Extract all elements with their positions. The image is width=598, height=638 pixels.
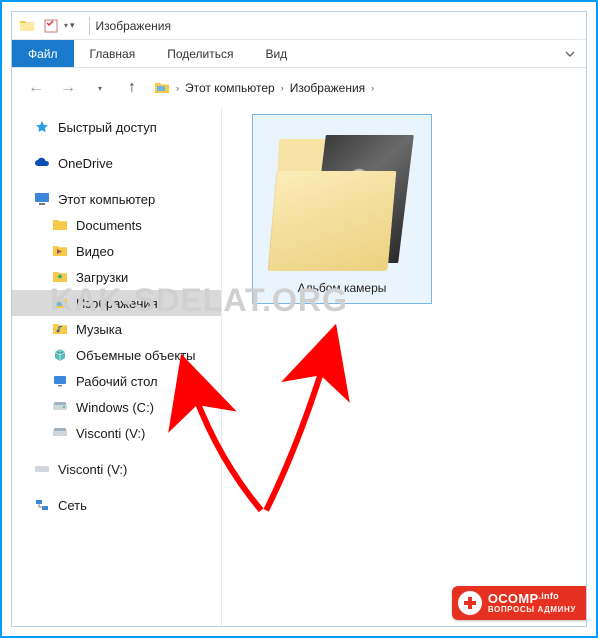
folder-video-icon — [52, 243, 68, 259]
sidebar-item-music[interactable]: Музыка — [12, 316, 221, 342]
breadcrumb-item[interactable]: Этот компьютер — [185, 81, 275, 95]
forward-button[interactable]: → — [54, 74, 82, 102]
sidebar-item-label: OneDrive — [58, 156, 113, 171]
site-badge: OCOMP.info ВОПРОСЫ АДМИНУ — [452, 586, 587, 620]
badge-brand: OCOMP — [488, 591, 539, 606]
breadcrumb-label: Этот компьютер — [185, 81, 275, 95]
title-bar: ▾ ▾ Изображения — [12, 12, 586, 40]
window-title: Изображения — [96, 19, 171, 33]
sidebar-item-label: Изображения — [76, 296, 158, 311]
sidebar-item-drive-c[interactable]: Windows (C:) — [12, 394, 221, 420]
plus-icon — [458, 591, 482, 615]
sidebar-item-label: Этот компьютер — [58, 192, 155, 207]
folder-music-icon — [52, 321, 68, 337]
tab-share[interactable]: Поделиться — [151, 40, 249, 67]
folder-label: Альбом камеры — [263, 281, 421, 295]
sidebar-item-desktop[interactable]: Рабочий стол — [12, 368, 221, 394]
sidebar-item-onedrive[interactable]: OneDrive — [12, 150, 221, 176]
properties-icon[interactable] — [40, 15, 62, 37]
computer-icon — [34, 191, 50, 207]
tab-view[interactable]: Вид — [249, 40, 303, 67]
sidebar-item-label: Видео — [76, 244, 114, 259]
back-button[interactable]: ← — [22, 74, 50, 102]
folder-thumbnail — [272, 131, 412, 271]
network-icon — [34, 497, 50, 513]
chevron-right-icon[interactable]: › — [176, 83, 179, 93]
cube-icon — [52, 347, 68, 363]
chevron-right-icon[interactable]: › — [281, 83, 284, 93]
sidebar-item-quick-access[interactable]: Быстрый доступ — [12, 114, 221, 140]
drive-icon — [34, 461, 50, 477]
sidebar-item-network[interactable]: Сеть — [12, 492, 221, 518]
folder-tile-camera-roll[interactable]: Альбом камеры — [252, 114, 432, 304]
folder-app-icon[interactable] — [16, 15, 38, 37]
sidebar-item-label: Быстрый доступ — [58, 120, 157, 135]
badge-subtitle: ВОПРОСЫ АДМИНУ — [488, 606, 576, 614]
sidebar-item-this-pc[interactable]: Этот компьютер — [12, 186, 221, 212]
tab-file[interactable]: Файл — [12, 40, 74, 67]
desktop-icon — [52, 373, 68, 389]
folder-pictures-icon — [154, 80, 170, 96]
tab-home[interactable]: Главная — [74, 40, 152, 67]
sidebar-item-pictures[interactable]: Изображения — [12, 290, 221, 316]
navigation-bar: ← → ▾ ↑ › Этот компьютер › Изображения › — [12, 68, 586, 108]
sidebar-item-label: Объемные объекты — [76, 348, 196, 363]
sidebar-item-label: Сеть — [58, 498, 87, 513]
qat-customize-icon[interactable]: ▾ — [70, 20, 75, 31]
ribbon-tabs: Файл Главная Поделиться Вид — [12, 40, 586, 68]
chevron-right-icon[interactable]: › — [371, 83, 374, 93]
folder-icon — [52, 217, 68, 233]
qat-dropdown-icon[interactable]: ▾ — [64, 21, 68, 30]
sidebar-item-label: Музыка — [76, 322, 122, 337]
sidebar-item-3d-objects[interactable]: Объемные объекты — [12, 342, 221, 368]
breadcrumb-label: Изображения — [290, 81, 365, 95]
ribbon-expand-icon[interactable] — [554, 40, 586, 67]
cloud-icon — [34, 155, 50, 171]
sidebar-item-label: Visconti (V:) — [76, 426, 145, 441]
sidebar-item-label: Рабочий стол — [76, 374, 158, 389]
sidebar-item-removable-drive[interactable]: Visconti (V:) — [12, 456, 221, 482]
badge-tld: .info — [538, 591, 559, 601]
content-pane[interactable]: Альбом камеры — [222, 108, 586, 626]
sidebar-item-videos[interactable]: Видео — [12, 238, 221, 264]
up-button[interactable]: ↑ — [118, 74, 146, 102]
sidebar-item-label: Windows (C:) — [76, 400, 154, 415]
folder-downloads-icon — [52, 269, 68, 285]
recent-dropdown-icon[interactable]: ▾ — [86, 74, 114, 102]
sidebar-item-label: Загрузки — [76, 270, 128, 285]
sidebar-item-documents[interactable]: Documents — [12, 212, 221, 238]
sidebar-item-label: Documents — [76, 218, 142, 233]
address-bar[interactable]: › Этот компьютер › Изображения › — [150, 75, 576, 101]
star-icon — [34, 119, 50, 135]
sidebar-item-downloads[interactable]: Загрузки — [12, 264, 221, 290]
sidebar-item-drive-v[interactable]: Visconti (V:) — [12, 420, 221, 446]
breadcrumb-item[interactable]: Изображения — [290, 81, 365, 95]
sidebar-item-label: Visconti (V:) — [58, 462, 127, 477]
drive-icon — [52, 399, 68, 415]
navigation-pane: Быстрый доступ OneDrive Этот компьютер D… — [12, 108, 222, 626]
quick-access-toolbar: ▾ ▾ — [16, 15, 75, 37]
drive-icon — [52, 425, 68, 441]
separator — [89, 17, 90, 35]
folder-pictures-icon — [52, 295, 68, 311]
